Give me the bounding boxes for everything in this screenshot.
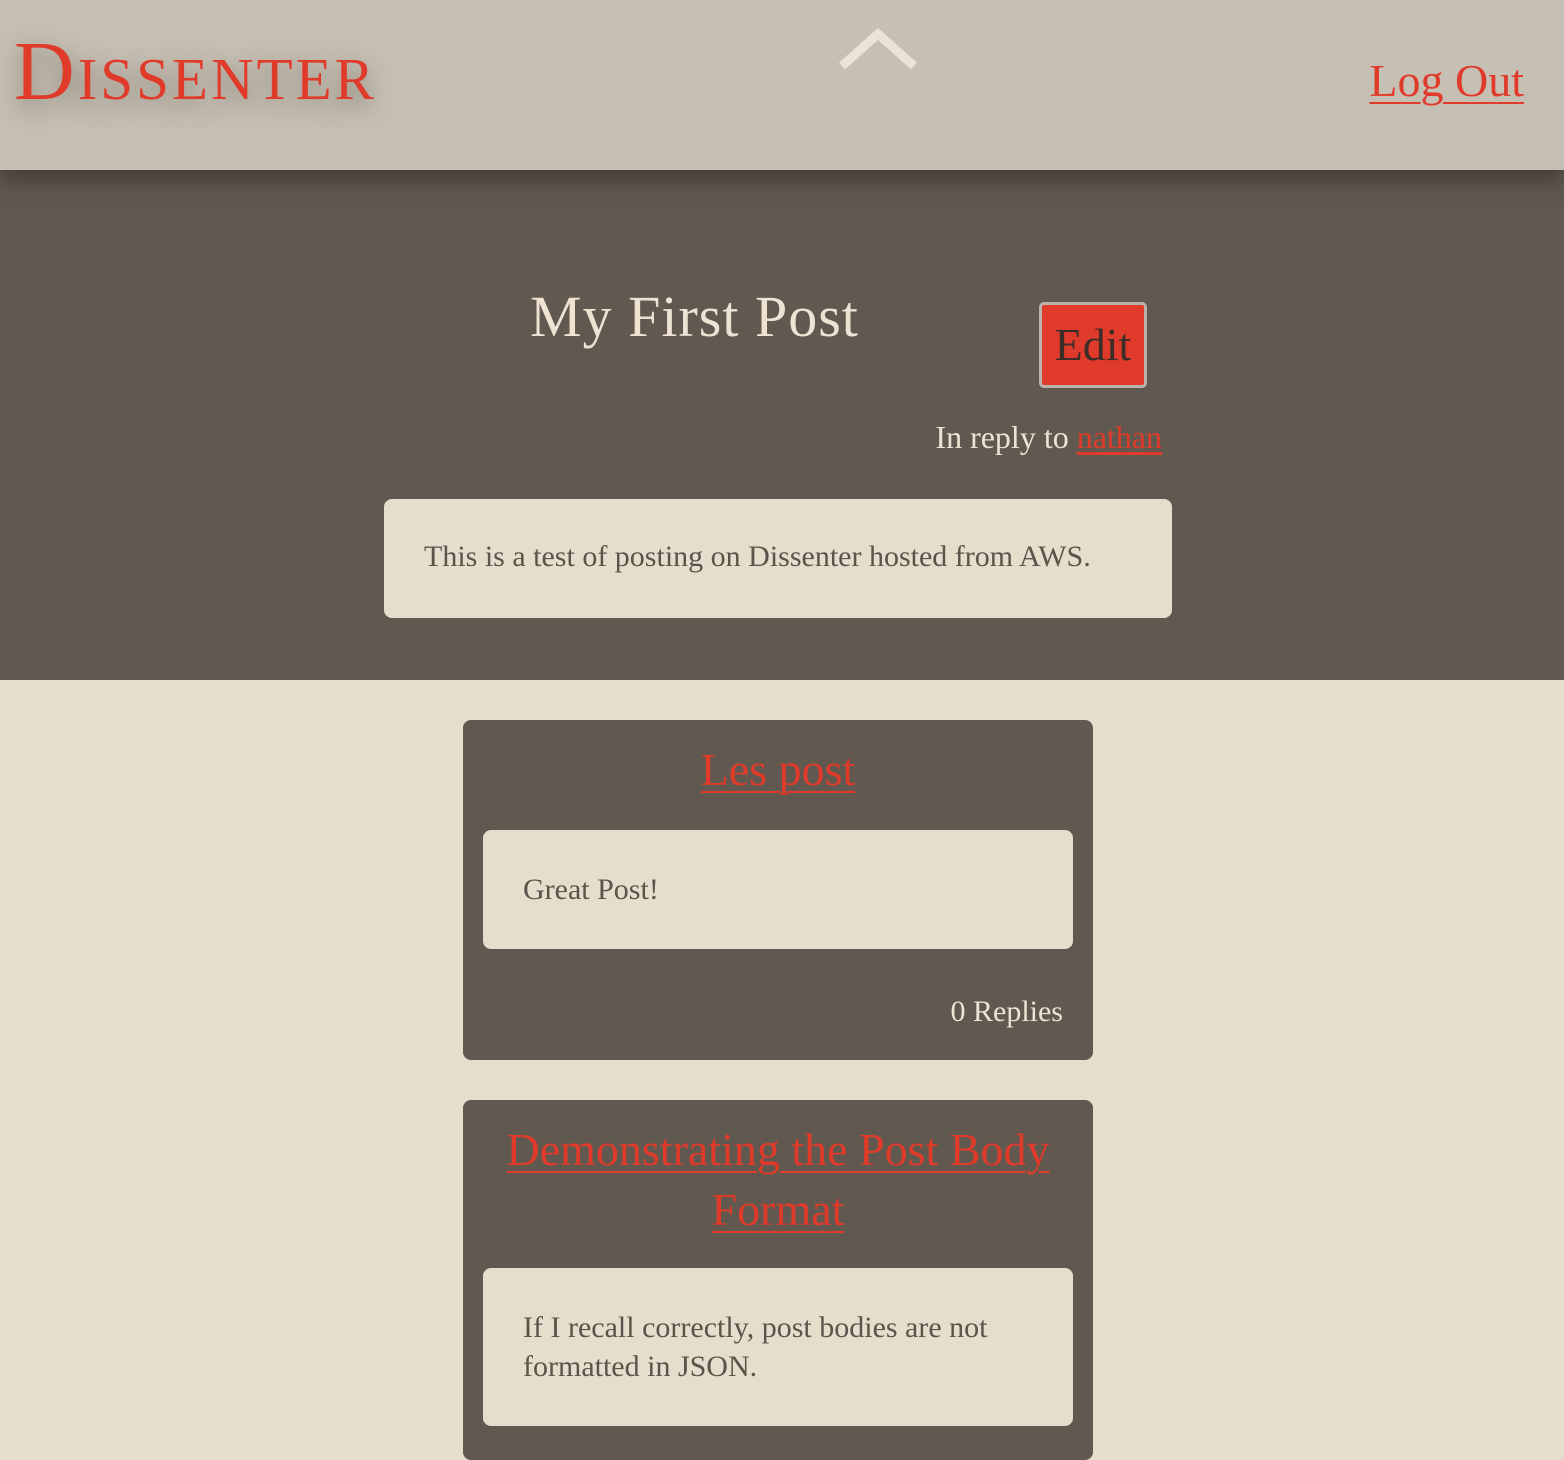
site-logo[interactable]: Dissenter: [14, 30, 377, 114]
reply-title-link[interactable]: Les post: [463, 740, 1093, 800]
chevron-up-icon: [839, 27, 917, 70]
reply-card: Demonstrating the Post Body Format If I …: [463, 1100, 1093, 1460]
collapse-header-button[interactable]: [838, 26, 918, 70]
post-title: My First Post: [530, 284, 859, 349]
edit-button[interactable]: Edit: [1039, 302, 1147, 388]
site-header: Dissenter Log Out: [0, 0, 1564, 170]
reply-card: Les post Great Post! 0 Replies: [463, 720, 1093, 1060]
reply-body: If I recall correctly, post bodies are n…: [483, 1268, 1073, 1426]
in-reply-to-label: In reply to: [935, 419, 1077, 455]
reply-count: 0 Replies: [950, 995, 1064, 1028]
reply-body: Great Post!: [483, 830, 1073, 949]
in-reply-to: In reply to nathan: [935, 418, 1162, 456]
post-detail: My First Post Edit In reply to nathan Th…: [0, 170, 1564, 680]
post-body: This is a test of posting on Dissenter h…: [384, 499, 1172, 618]
reply-to-user-link[interactable]: nathan: [1077, 419, 1162, 455]
reply-title-link[interactable]: Demonstrating the Post Body Format: [463, 1120, 1093, 1240]
logout-link[interactable]: Log Out: [1369, 58, 1524, 104]
